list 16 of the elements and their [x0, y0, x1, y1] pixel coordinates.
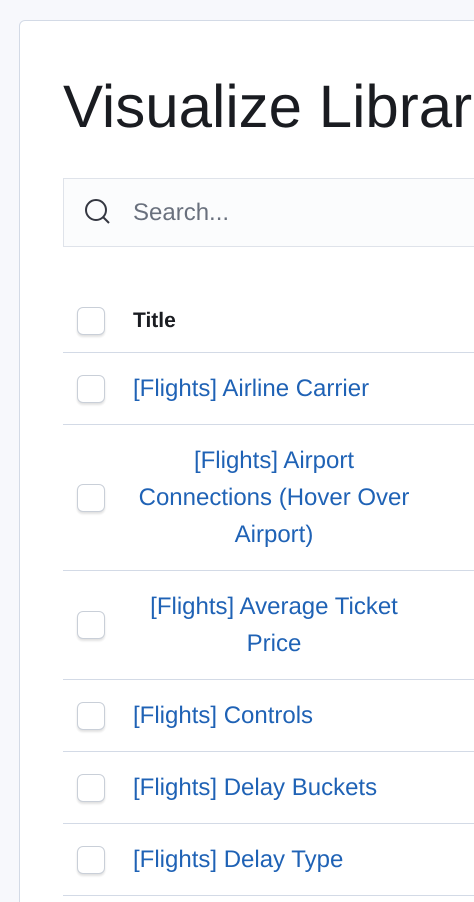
- checkbox[interactable]: [77, 702, 105, 730]
- title-link[interactable]: [Flights] Delay Buckets: [133, 769, 378, 806]
- checkbox[interactable]: [77, 774, 105, 802]
- title-link[interactable]: [Flights] Airport Connections (Hover Over Airport): [133, 442, 415, 553]
- title-link[interactable]: [Flights] Controls: [133, 697, 314, 734]
- checkbox[interactable]: [77, 307, 105, 335]
- title-link[interactable]: [Flights] Airline Carrier: [133, 370, 370, 407]
- checkbox[interactable]: [77, 846, 105, 874]
- checkbox[interactable]: [77, 611, 105, 639]
- page-title: Visualize Librar: [63, 72, 474, 142]
- title-link[interactable]: [Flights] Delay Type: [133, 841, 344, 878]
- checkbox[interactable]: [77, 484, 105, 512]
- checkbox[interactable]: [77, 374, 105, 402]
- search-field[interactable]: Search...: [63, 178, 474, 247]
- column-header[interactable]: Title: [133, 305, 176, 337]
- title-link[interactable]: [Flights] Average Ticket Price: [133, 588, 415, 662]
